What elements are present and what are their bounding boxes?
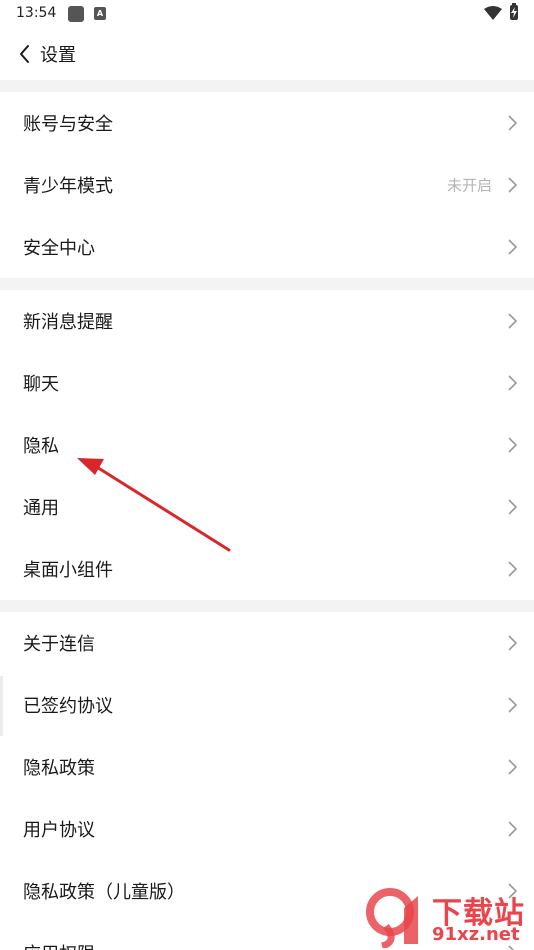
settings-item-about[interactable]: 关于连信 bbox=[0, 612, 534, 674]
settings-item-label: 隐私 bbox=[23, 436, 59, 457]
page-title: 设置 bbox=[40, 45, 76, 66]
chevron-right-icon bbox=[508, 375, 518, 391]
status-time: 13:54 bbox=[16, 5, 57, 21]
chevron-left-icon bbox=[20, 45, 29, 63]
watermark-domain: 91xz.net bbox=[432, 924, 520, 945]
settings-item-security-center[interactable]: 安全中心 bbox=[0, 216, 534, 278]
chevron-right-icon bbox=[508, 499, 518, 515]
chevron-right-icon bbox=[508, 437, 518, 453]
settings-item-account-security[interactable]: 账号与安全 bbox=[0, 92, 534, 154]
settings-item-widgets[interactable]: 桌面小组件 bbox=[0, 538, 534, 600]
settings-item-teen-mode[interactable]: 青少年模式 未开启 bbox=[0, 154, 534, 216]
settings-item-label: 应用权限 bbox=[23, 940, 95, 950]
app-notification-icon bbox=[68, 6, 84, 22]
settings-item-user-agreement[interactable]: 用户协议 bbox=[0, 798, 534, 860]
battery-icon bbox=[510, 3, 518, 20]
settings-item-label: 桌面小组件 bbox=[23, 560, 113, 581]
chevron-right-icon bbox=[508, 821, 518, 837]
back-button[interactable] bbox=[14, 40, 38, 68]
wifi-icon bbox=[484, 6, 502, 20]
section-divider bbox=[0, 80, 534, 92]
settings-item-label: 关于连信 bbox=[23, 634, 95, 655]
chevron-right-icon bbox=[508, 177, 518, 193]
settings-item-label: 安全中心 bbox=[23, 238, 95, 259]
chevron-right-icon bbox=[508, 239, 518, 255]
chevron-right-icon bbox=[508, 759, 518, 775]
settings-item-label: 青少年模式 bbox=[23, 176, 113, 197]
teen-mode-status: 未开启 bbox=[446, 176, 492, 195]
watermark-logo-icon bbox=[366, 888, 418, 948]
chevron-right-icon bbox=[508, 313, 518, 329]
chevron-right-icon bbox=[508, 697, 518, 713]
chevron-right-icon bbox=[508, 635, 518, 651]
settings-item-label: 隐私政策 bbox=[23, 758, 95, 779]
settings-item-label: 新消息提醒 bbox=[23, 312, 113, 333]
settings-item-notifications[interactable]: 新消息提醒 bbox=[0, 290, 534, 352]
section-divider bbox=[0, 278, 534, 290]
settings-item-general[interactable]: 通用 bbox=[0, 476, 534, 538]
settings-item-chat[interactable]: 聊天 bbox=[0, 352, 534, 414]
settings-item-label: 通用 bbox=[23, 498, 59, 519]
settings-item-label: 账号与安全 bbox=[23, 114, 113, 135]
watermark: 下载站 91xz.net bbox=[364, 886, 532, 948]
chevron-right-icon bbox=[508, 561, 518, 577]
settings-item-privacy-policy[interactable]: 隐私政策 bbox=[0, 736, 534, 798]
settings-item-privacy[interactable]: 隐私 bbox=[0, 414, 534, 476]
header: 设置 bbox=[0, 28, 534, 80]
chevron-right-icon bbox=[508, 115, 518, 131]
settings-item-label: 聊天 bbox=[23, 374, 59, 395]
notification-badge-icon: A bbox=[94, 7, 106, 20]
status-bar: 13:54 A bbox=[0, 0, 534, 28]
settings-item-label: 已签约协议 bbox=[23, 696, 113, 717]
settings-item-label: 隐私政策（儿童版） bbox=[23, 882, 185, 903]
settings-item-signed-agreements[interactable]: 已签约协议 bbox=[0, 674, 534, 736]
section-divider bbox=[0, 600, 534, 612]
settings-item-label: 用户协议 bbox=[23, 820, 95, 841]
edge-highlight bbox=[0, 676, 3, 736]
